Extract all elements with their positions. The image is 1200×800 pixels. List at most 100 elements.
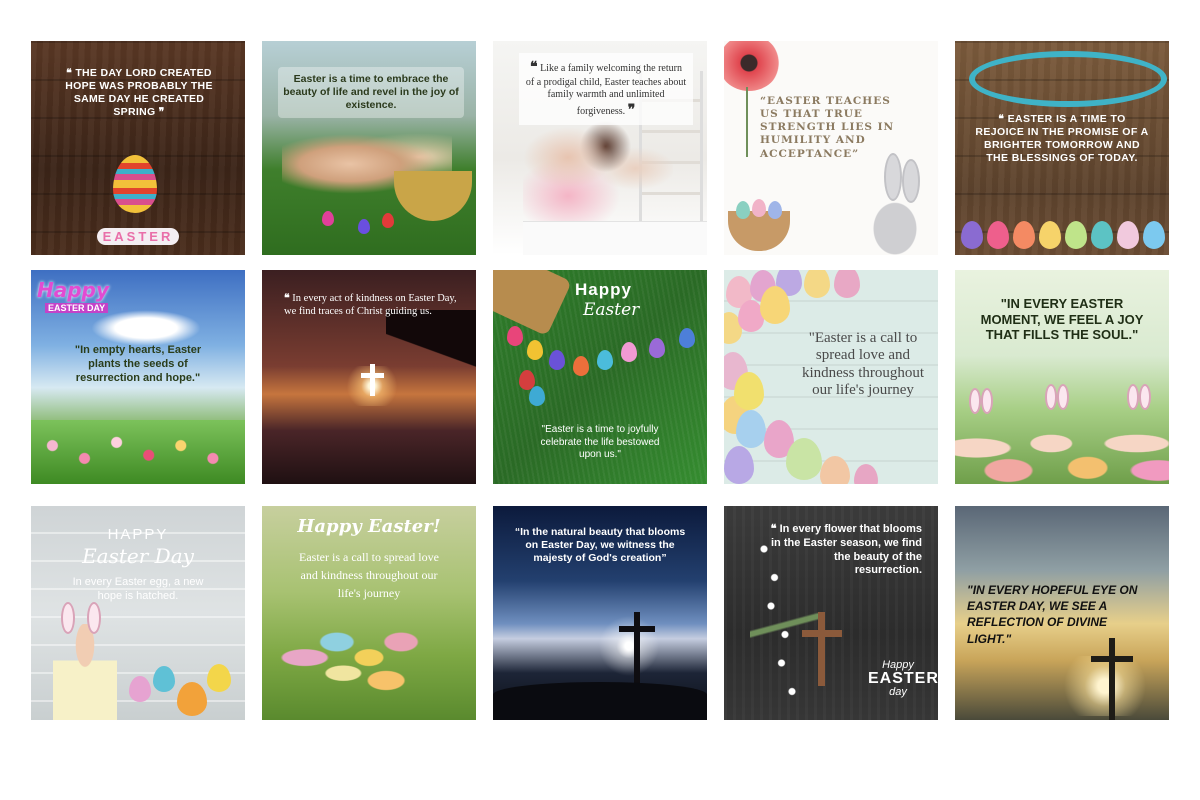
cross-icon-bar — [1091, 656, 1133, 662]
girl-with-bunny-ears-photo — [53, 624, 117, 720]
open-quote-icon: ❝ — [530, 59, 538, 75]
egg-icon — [649, 338, 665, 358]
egg-icon — [573, 356, 589, 376]
card-1-quote: THE DAY LORD CREATED HOPE WAS PROBABLY T… — [65, 67, 213, 119]
card-6-subtitle: EASTER DAY — [45, 303, 109, 313]
quote-card-10[interactable]: "IN EVERY EASTER MOMENT, WE FEEL A JOY T… — [955, 270, 1169, 484]
bunny-ear-icon — [1139, 384, 1151, 410]
bokeh-eggs-bg — [262, 616, 476, 720]
egg-icon — [527, 340, 543, 360]
sign-day: day — [889, 686, 907, 698]
quote-card-15[interactable]: "IN EVERY HOPEFUL EYE ON EASTER DAY, WE … — [955, 506, 1169, 720]
egg-icon — [549, 350, 565, 370]
quote-card-1[interactable]: ❝ THE DAY LORD CREATED HOPE WAS PROBABLY… — [31, 41, 245, 255]
card-5-quote-block: ❝ EASTER IS A TIME TO REJOICE IN THE PRO… — [975, 113, 1149, 166]
card-1-quote-block: ❝ THE DAY LORD CREATED HOPE WAS PROBABLY… — [53, 67, 225, 120]
card-13-quote: “In the natural beauty that blooms on Ea… — [514, 526, 686, 565]
happy-easter-day-sign: Happy EASTER day — [868, 660, 938, 698]
quote-card-14[interactable]: ❝ In every flower that blooms in the Eas… — [724, 506, 938, 720]
quote-card-7[interactable]: ❝ In every act of kindness on Easter Day… — [262, 270, 476, 484]
bunny-ear-icon — [884, 153, 902, 201]
egg-icon — [529, 386, 545, 406]
poppy-flower-icon — [724, 41, 780, 91]
cross-icon — [1109, 638, 1115, 720]
open-quote-icon: ❝ — [284, 292, 290, 304]
quote-card-13[interactable]: “In the natural beauty that blooms on Ea… — [493, 506, 707, 720]
card-8-subtitle: Easter — [583, 300, 640, 320]
yarn-bow-icon — [969, 51, 1167, 107]
easter-badge: EASTER — [96, 227, 180, 245]
card-4-quote: “EASTER TEACHES US THAT TRUE STRENGTH LI… — [760, 95, 895, 160]
cloud-decor — [91, 310, 201, 346]
quote-card-8[interactable]: Happy Easter "Easter is a time to joyful… — [493, 270, 707, 484]
art-table — [523, 221, 707, 255]
egg-icon — [734, 372, 764, 410]
quote-card-4[interactable]: “EASTER TEACHES US THAT TRUE STRENGTH LI… — [724, 41, 938, 255]
quote-card-3[interactable]: ❝ Like a family welcoming the return of … — [493, 41, 707, 255]
egg-icon — [1039, 221, 1061, 249]
egg-icon — [1013, 221, 1035, 249]
bunny-ear-icon — [1127, 384, 1139, 410]
egg-icon — [736, 410, 766, 448]
easter-letter-beads: EASTER — [81, 227, 195, 245]
quote-card-5[interactable]: ❝ EASTER IS A TIME TO REJOICE IN THE PRO… — [955, 41, 1169, 255]
egg-icon — [752, 199, 766, 217]
egg-icon — [153, 666, 175, 692]
quote-card-9[interactable]: "Easter is a call to spread love and kin… — [724, 270, 938, 484]
egg-icon — [507, 326, 523, 346]
card-9-quote: "Easter is a call to spread love and kin… — [801, 330, 925, 398]
egg-icon — [736, 201, 750, 219]
bunny-ear-icon — [87, 602, 101, 634]
egg-icon — [961, 221, 983, 249]
quote-card-2[interactable]: Easter is a time to embrace the beauty o… — [262, 41, 476, 255]
easter-quote-gallery: ❝ THE DAY LORD CREATED HOPE WAS PROBABLY… — [31, 41, 1169, 720]
egg-icon — [129, 676, 151, 702]
bunny-ear-icon — [902, 159, 920, 203]
cross-icon — [818, 612, 825, 686]
egg-icon — [358, 219, 370, 234]
card-8-quote: "Easter is a time to joyfully celebrate … — [540, 424, 660, 460]
card-12-title: Happy Easter! — [297, 516, 441, 537]
card-14-quote-block: ❝ In every flower that blooms in the Eas… — [766, 522, 922, 578]
close-quote-icon: ❞ — [627, 101, 636, 118]
quote-card-12[interactable]: Happy Easter! Easter is a call to spread… — [262, 506, 476, 720]
egg-icon — [1143, 221, 1165, 249]
reaching-hand-icon — [386, 310, 476, 380]
card-11-subtitle: Easter Day — [82, 544, 194, 568]
card-6-quote: "In empty hearts, Easter plants the seed… — [74, 344, 202, 384]
egg-icon — [1091, 221, 1113, 249]
card-14-quote: In every flower that blooms in the Easte… — [771, 523, 922, 577]
egg-icon — [322, 211, 334, 226]
egg-icon — [1065, 221, 1087, 249]
bunny-ear-icon — [1057, 384, 1069, 410]
card-12-quote: Easter is a call to spread love and kind… — [299, 550, 439, 600]
egg-icon — [207, 664, 231, 692]
cross-icon — [370, 364, 375, 396]
sun-glow — [1055, 656, 1155, 716]
sign-easter: EASTER — [868, 670, 938, 687]
egg-icon — [621, 342, 637, 362]
card-11-title: HAPPY — [107, 526, 169, 543]
bunny-ear-icon — [1045, 384, 1057, 410]
open-quote-icon: ❝ — [770, 522, 777, 535]
bunny-ear-icon — [981, 388, 993, 414]
egg-icon — [177, 682, 207, 716]
card-11-quote: In every Easter egg, a new hope is hatch… — [72, 576, 204, 602]
bunny-ear-icon — [969, 388, 981, 414]
egg-icon — [786, 438, 822, 480]
egg-basket-icon — [394, 171, 472, 221]
cross-icon-bar — [802, 630, 842, 637]
egg-icon — [760, 286, 790, 324]
card-2-quote: Easter is a time to embrace the beauty o… — [278, 67, 464, 119]
sunburst-glow — [589, 616, 669, 676]
bunny-ear-icon — [61, 602, 75, 634]
quote-card-6[interactable]: Happy EASTER DAY "In empty hearts, Easte… — [31, 270, 245, 484]
tulip-field — [31, 420, 245, 484]
card-7-quote-block: ❝ In every act of kindness on Easter Day… — [284, 292, 460, 318]
close-quote-icon: ❞ — [158, 106, 165, 119]
card-8-title: Happy — [575, 280, 632, 299]
egg-icon — [834, 270, 860, 298]
quote-card-11[interactable]: HAPPY Easter Day In every Easter egg, a … — [31, 506, 245, 720]
egg-icon — [724, 446, 754, 484]
egg-icon — [768, 201, 782, 219]
